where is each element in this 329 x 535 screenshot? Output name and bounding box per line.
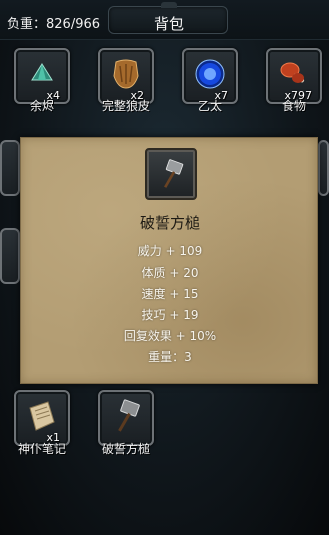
item-name: 破誓方槌 — [101, 442, 150, 456]
war-hammer-icon — [118, 399, 140, 432]
item-detail-popup[interactable]: 破誓方槌 威力 + 109 体质 + 20 速度 + 15 技巧 + 19 回复… — [20, 137, 318, 384]
inventory-slot-servant-notes[interactable]: x1 — [14, 390, 70, 446]
carry-weight-label: 负重：826/966 — [7, 17, 101, 32]
inventory-slot-oathbreaker-hammer[interactable] — [98, 390, 154, 446]
inventory-screen: 负重：826/966 背包 x4 余烬 x2 完整狼皮 x7 乙太 x797 食… — [0, 0, 329, 535]
scroll-note-icon — [29, 401, 55, 431]
item-name: 完整狼皮 — [101, 99, 150, 113]
popup-item-weight: 重量：3 — [148, 350, 192, 364]
inventory-slot-hidden[interactable] — [318, 140, 329, 196]
inventory-slot-ember[interactable]: x4 — [14, 48, 70, 104]
inventory-slot-hidden[interactable] — [0, 140, 20, 196]
inventory-slot-food[interactable]: x797 — [266, 48, 322, 104]
title-plate-ornament — [161, 2, 177, 8]
popup-item-slot — [145, 148, 197, 200]
inventory-slot-ether[interactable]: x7 — [182, 48, 238, 104]
popup-stat-constitution: 体质 + 20 — [141, 266, 199, 280]
page-title: 背包 — [153, 15, 184, 33]
wolf-pelt-icon — [113, 59, 139, 89]
title-plate: 背包 — [108, 2, 228, 34]
popup-item-name: 破誓方槌 — [139, 214, 200, 232]
item-name: 食物 — [281, 99, 306, 113]
item-name: 乙太 — [197, 99, 222, 113]
popup-stat-skill: 技巧 + 19 — [141, 308, 199, 322]
inventory-slot-hidden[interactable] — [0, 228, 20, 284]
war-hammer-icon — [164, 159, 184, 188]
popup-stat-speed: 速度 + 15 — [141, 287, 199, 301]
inventory-slot-wolf-pelt[interactable]: x2 — [98, 48, 154, 104]
food-meat-icon — [280, 62, 305, 83]
popup-stat-recovery: 回复效果 + 10% — [123, 329, 217, 343]
item-name: 神仆笔记 — [17, 442, 66, 456]
ether-orb-icon — [195, 59, 225, 89]
ember-gem-icon — [31, 63, 53, 81]
item-name: 余烬 — [29, 99, 54, 113]
popup-stat-power: 威力 + 109 — [137, 244, 203, 258]
top-bar: 负重：826/966 背包 — [0, 0, 329, 40]
